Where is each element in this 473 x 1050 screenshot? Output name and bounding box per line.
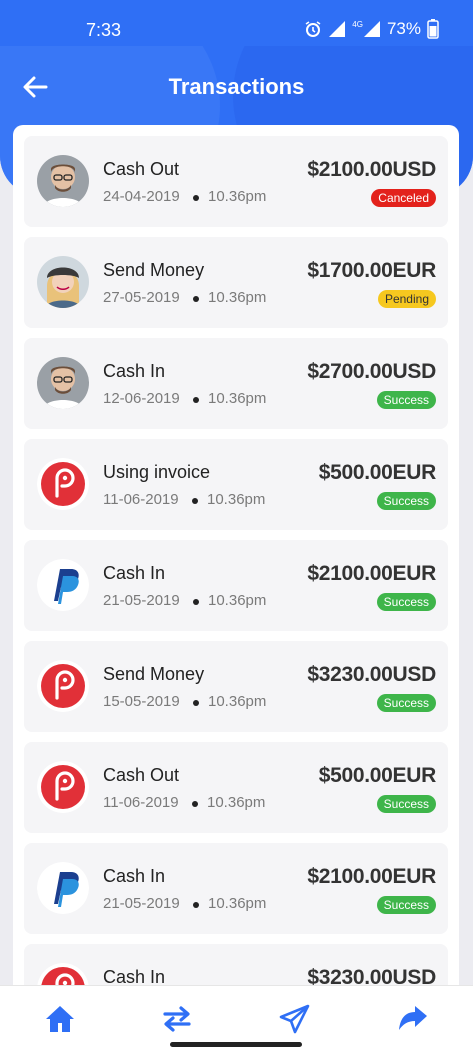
- battery-icon: [427, 19, 439, 39]
- status-time: 7:33: [86, 20, 122, 40]
- transaction-date: 12-06-2019: [103, 390, 180, 407]
- home-icon: [44, 1006, 76, 1038]
- transaction-amount: $2100.00EUR: [307, 865, 436, 888]
- signal-icon-2: [363, 20, 381, 38]
- payoneer-logo: [37, 761, 89, 813]
- separator-dot: [193, 397, 199, 403]
- transaction-amount: $1700.00EUR: [307, 259, 436, 282]
- transaction-title: Cash Out: [103, 765, 180, 785]
- separator-dot: [193, 902, 199, 908]
- status-bar: 7:33 4G 73%: [0, 0, 473, 46]
- transaction-date: 11-06-2019: [103, 491, 179, 508]
- transaction-card[interactable]: Cash In 12-06-2019 10.36pm $2700.00USD Succe…: [24, 338, 448, 429]
- transaction-time: 10.36pm: [208, 592, 267, 609]
- avatar: [37, 357, 89, 409]
- paypal-logo: [37, 862, 89, 914]
- transaction-title: Send Money: [103, 664, 205, 684]
- status-icons: 4G 73%: [304, 19, 439, 39]
- transaction-title: Cash In: [103, 866, 166, 886]
- transaction-date: 27-05-2019: [103, 289, 180, 306]
- transaction-list: Cash Out 24-04-2019 10.36pm $2100.00USD Canc…: [24, 136, 448, 1005]
- send-icon: [279, 1004, 311, 1038]
- separator-dot: [193, 195, 199, 201]
- transaction-time: 10.36pm: [207, 794, 266, 811]
- separator-dot: [193, 700, 199, 706]
- nav-share-button[interactable]: [397, 1004, 429, 1034]
- transaction-date: 24-04-2019: [103, 188, 180, 205]
- transaction-card[interactable]: Using invoice 11-06-2019 10.36pm $500.00EUR…: [24, 439, 448, 530]
- transaction-amount: $3230.00USD: [307, 663, 436, 686]
- separator-dot: [193, 296, 199, 302]
- transactions-panel: Cash Out 24-04-2019 10.36pm $2100.00USD Canc…: [13, 125, 459, 1005]
- status-badge: Pending: [377, 290, 436, 308]
- signal-icon: [328, 20, 346, 38]
- transaction-amount: $2100.00USD: [307, 158, 436, 181]
- nav-home-button[interactable]: [44, 1004, 76, 1034]
- status-badge: Success: [376, 593, 436, 611]
- transaction-amount: $2700.00USD: [307, 360, 436, 383]
- transaction-title: Send Money: [103, 260, 205, 280]
- transaction-time: 10.36pm: [208, 289, 267, 306]
- page-title: Transactions: [168, 74, 305, 99]
- battery-level: 73%: [386, 19, 421, 38]
- transaction-date: 21-05-2019: [103, 592, 180, 609]
- transaction-amount: $500.00EUR: [318, 764, 437, 787]
- transaction-card[interactable]: Cash In 21-05-2019 10.36pm $2100.00EUR Succe…: [24, 540, 448, 631]
- transaction-title: Using invoice: [103, 462, 211, 482]
- payoneer-logo: [37, 660, 89, 712]
- transaction-date: 11-06-2019: [103, 794, 179, 811]
- transaction-time: 10.36pm: [207, 491, 266, 508]
- transaction-card[interactable]: Send Money 15-05-2019 10.36pm $3230.00USD Su…: [24, 641, 448, 732]
- transaction-card[interactable]: Cash Out 24-04-2019 10.36pm $2100.00USD Canc…: [24, 136, 448, 227]
- paypal-logo: [37, 559, 89, 611]
- home-indicator: [170, 1042, 302, 1047]
- bottom-nav: [0, 985, 473, 1050]
- separator-dot: [193, 599, 199, 605]
- avatar: [37, 155, 89, 207]
- status-badge: Canceled: [371, 189, 436, 207]
- separator-dot: [192, 498, 198, 504]
- transaction-date: 15-05-2019: [103, 693, 180, 710]
- status-badge: Success: [376, 795, 436, 813]
- status-badge: Success: [376, 492, 436, 510]
- nav-transfer-button[interactable]: [161, 1004, 193, 1034]
- transaction-time: 10.36pm: [208, 390, 267, 407]
- share-icon: [397, 1006, 429, 1038]
- transaction-amount: $500.00EUR: [318, 461, 437, 484]
- transaction-title: Cash Out: [103, 159, 180, 179]
- transaction-title: Cash In: [103, 563, 166, 583]
- transaction-amount: $2100.00EUR: [307, 562, 436, 585]
- transaction-date: 21-05-2019: [103, 895, 180, 912]
- transaction-time: 10.36pm: [208, 895, 267, 912]
- transaction-card[interactable]: Cash Out 11-06-2019 10.36pm $500.00EUR Succe…: [24, 742, 448, 833]
- transaction-time: 10.36pm: [208, 188, 267, 205]
- payoneer-logo: [37, 458, 89, 510]
- alarm-icon: [304, 20, 322, 38]
- network-type: 4G: [352, 19, 363, 29]
- avatar: [37, 256, 89, 308]
- transfer-icon: [161, 1006, 193, 1038]
- separator-dot: [192, 801, 198, 807]
- transaction-card[interactable]: Send Money 27-05-2019 10.36pm $1700.00EUR Pe…: [24, 237, 448, 328]
- transaction-card[interactable]: Cash In 21-05-2019 10.36pm $2100.00EUR Succe…: [24, 843, 448, 934]
- status-badge: Success: [376, 391, 436, 409]
- transaction-title: Cash In: [103, 361, 166, 381]
- status-badge: Success: [376, 896, 436, 914]
- nav-send-button[interactable]: [279, 1004, 311, 1034]
- transaction-time: 10.36pm: [208, 693, 267, 710]
- status-badge: Success: [376, 694, 436, 712]
